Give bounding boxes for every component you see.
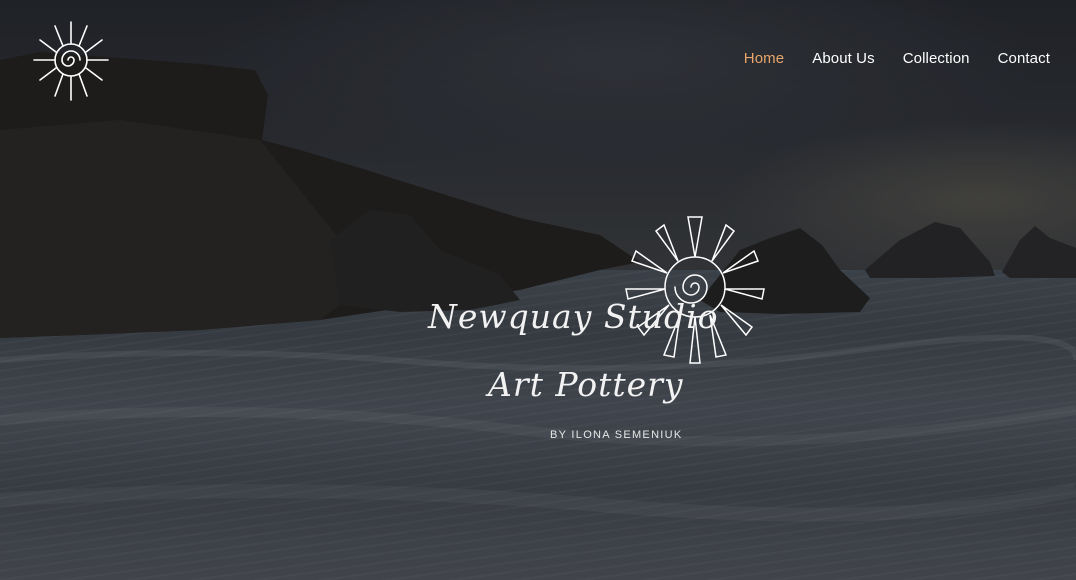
nav-about-us[interactable]: About Us	[812, 50, 875, 67]
nav-collection[interactable]: Collection	[903, 50, 970, 67]
sun-shell-icon[interactable]	[30, 16, 112, 104]
nav-contact[interactable]: Contact	[998, 50, 1050, 67]
brand-logo: Newquay Studio Art Pottery BY ILONA SEME…	[410, 205, 780, 455]
brand-title-line2: Art Pottery	[488, 365, 684, 404]
main-navigation: Home About Us Collection Contact	[744, 50, 1050, 67]
brand-byline: BY ILONA SEMENIUK	[550, 429, 683, 441]
nav-home[interactable]: Home	[744, 50, 784, 67]
brand-title-line1: Newquay Studio	[428, 297, 719, 336]
hero-section: Home About Us Collection Contact Newquay…	[0, 0, 1076, 580]
sun-shell-logo-icon	[625, 216, 765, 364]
